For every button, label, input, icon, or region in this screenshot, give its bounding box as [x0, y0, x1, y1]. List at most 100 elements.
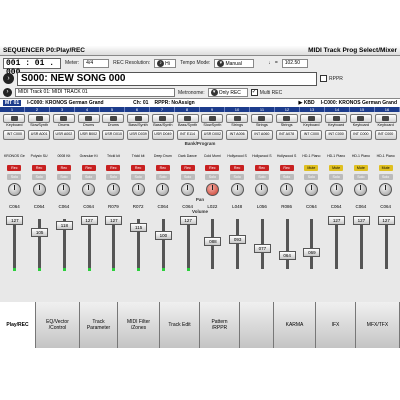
fader-cap[interactable]: 069: [303, 247, 321, 257]
location-field[interactable]: 001 : 01 . 000: [3, 57, 61, 77]
solo-button[interactable]: Solo: [131, 173, 146, 180]
main-tab[interactable]: Track Edit: [160, 302, 200, 348]
main-tab[interactable]: [240, 302, 274, 348]
solo-button[interactable]: Solo: [56, 173, 71, 180]
bank-program-button[interactable]: INT A060: [250, 129, 273, 140]
fader-cap[interactable]: 077: [253, 243, 271, 253]
volume-fader[interactable]: 115: [126, 214, 151, 272]
fader-cap[interactable]: 093: [229, 234, 247, 244]
bank-program-button[interactable]: USR D002: [201, 129, 224, 140]
main-tab[interactable]: Track Parameter: [80, 302, 118, 348]
solo-button[interactable]: Solo: [378, 173, 393, 180]
rec-button[interactable]: Rec: [106, 164, 121, 171]
category-button[interactable]: [275, 113, 298, 123]
bank-program-button[interactable]: INT C000: [300, 129, 323, 140]
pan-knob[interactable]: [280, 183, 294, 196]
main-tab[interactable]: Pattern /RPPR: [200, 302, 240, 348]
pan-knob[interactable]: [32, 183, 46, 196]
category-button[interactable]: [127, 113, 150, 123]
volume-fader[interactable]: 069: [299, 214, 324, 272]
rec-button[interactable]: Rec: [180, 164, 195, 171]
rec-button[interactable]: Rec: [279, 164, 294, 171]
pan-knob[interactable]: [57, 183, 71, 196]
rec-button[interactable]: Rec: [155, 164, 170, 171]
fader-cap[interactable]: 127: [80, 216, 98, 225]
bank-program-button[interactable]: INT E114: [176, 129, 199, 140]
solo-button[interactable]: Solo: [32, 173, 47, 180]
category-button[interactable]: [102, 113, 125, 123]
category-button[interactable]: [176, 113, 199, 123]
main-tab[interactable]: IFX: [316, 302, 356, 348]
category-button[interactable]: [349, 113, 372, 123]
rec-button[interactable]: Rec: [7, 164, 22, 171]
volume-fader[interactable]: 105: [27, 214, 52, 272]
bank-program-button[interactable]: INT C000: [3, 129, 26, 140]
category-button[interactable]: [226, 113, 249, 123]
volume-fader[interactable]: 127: [76, 214, 101, 272]
solo-button[interactable]: Solo: [279, 173, 294, 180]
pan-knob[interactable]: [329, 183, 343, 196]
rec-button[interactable]: Rec: [230, 164, 245, 171]
fader-cap[interactable]: 127: [6, 216, 24, 225]
fader-cap[interactable]: 118: [55, 220, 73, 230]
song-select-button[interactable]: ›: [3, 73, 14, 84]
bank-program-button[interactable]: INT C000: [325, 129, 348, 140]
pan-knob[interactable]: [156, 183, 170, 196]
category-button[interactable]: [374, 113, 397, 123]
volume-fader[interactable]: 118: [52, 214, 77, 272]
bank-program-button[interactable]: USR D049: [151, 129, 174, 140]
volume-fader[interactable]: 127: [324, 214, 349, 272]
bank-program-button[interactable]: USR A001: [28, 129, 51, 140]
pan-knob[interactable]: [82, 183, 96, 196]
rec-resolution-field[interactable]: ♪ Hi: [154, 58, 177, 68]
pan-knob[interactable]: [354, 183, 368, 196]
solo-button[interactable]: Solo: [81, 173, 96, 180]
bank-program-button[interactable]: USR D039: [127, 129, 150, 140]
pan-knob[interactable]: [181, 183, 195, 196]
volume-fader[interactable]: 127: [101, 214, 126, 272]
rec-button[interactable]: Rec: [56, 164, 71, 171]
bank-program-button[interactable]: INT C000: [349, 129, 372, 140]
fader-cap[interactable]: 064: [278, 250, 296, 260]
bank-program-button[interactable]: USR B002: [77, 129, 100, 140]
fader-cap[interactable]: 127: [352, 216, 370, 225]
pan-knob[interactable]: [379, 183, 393, 196]
tempo-field[interactable]: 102.50: [281, 58, 308, 68]
category-button[interactable]: [3, 113, 26, 123]
solo-button[interactable]: Solo: [304, 173, 319, 180]
track-select-field[interactable]: MIDI Track 01: MIDI TRACK 01: [15, 88, 175, 97]
fader-cap[interactable]: 127: [105, 216, 123, 225]
mute-button[interactable]: Mute: [353, 164, 368, 171]
bank-program-button[interactable]: USR D010: [102, 129, 125, 140]
main-tab[interactable]: KARMA: [274, 302, 316, 348]
tempo-mode-field[interactable]: ▾ Manual: [214, 58, 255, 68]
solo-button[interactable]: Solo: [180, 173, 195, 180]
solo-button[interactable]: Solo: [353, 173, 368, 180]
solo-button[interactable]: Solo: [106, 173, 121, 180]
pan-knob[interactable]: [230, 183, 244, 196]
mute-button[interactable]: Mute: [378, 164, 393, 171]
track-select-button[interactable]: ›: [3, 88, 12, 97]
rppr-checkbox[interactable]: RPPR: [320, 75, 343, 82]
metronome-field[interactable]: ▾ Only REC: [207, 88, 248, 97]
volume-fader[interactable]: 127: [175, 214, 200, 272]
main-tab[interactable]: MFX/TFX: [356, 302, 400, 348]
main-tab[interactable]: EQ/Vector /Control: [36, 302, 80, 348]
category-button[interactable]: [300, 113, 323, 123]
solo-button[interactable]: Solo: [205, 173, 220, 180]
category-button[interactable]: [151, 113, 174, 123]
rec-button[interactable]: Rec: [131, 164, 146, 171]
category-button[interactable]: [201, 113, 224, 123]
main-tab[interactable]: Play/REC: [0, 302, 36, 348]
category-button[interactable]: [28, 113, 51, 123]
volume-fader[interactable]: 127: [349, 214, 374, 272]
pan-knob[interactable]: [131, 183, 145, 196]
volume-fader[interactable]: 127: [373, 214, 398, 272]
bank-program-button[interactable]: INT A006: [226, 129, 249, 140]
bank-program-button[interactable]: INT A078: [275, 129, 298, 140]
main-tab[interactable]: MIDI Filter /Zones: [118, 302, 160, 348]
category-button[interactable]: [52, 113, 75, 123]
mute-button[interactable]: Mute: [329, 164, 344, 171]
volume-fader[interactable]: 127: [2, 214, 27, 272]
volume-fader[interactable]: 064: [274, 214, 299, 272]
